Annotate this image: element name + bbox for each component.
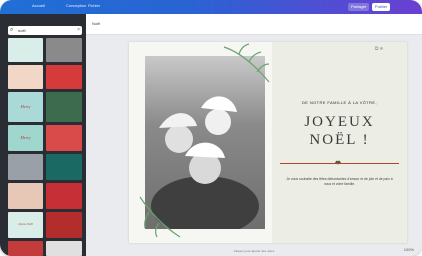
thumbnail-text: Joyeux Noël: [18, 222, 33, 227]
search-input[interactable]: ⌕ noël ×: [8, 26, 82, 35]
template-thumbnail[interactable]: Joyeux Noël: [8, 212, 43, 238]
template-thumbnail[interactable]: [46, 65, 82, 89]
greeting-small-text[interactable]: DE NOTRE FAMILLE À LA VÔTRE,: [272, 100, 407, 105]
app-window: Accueil Conception Fichier Partager Publ…: [0, 0, 422, 256]
template-thumbnail[interactable]: [8, 183, 43, 209]
design-canvas: DE NOTRE FAMILLE À LA VÔTRE, JOYEUX NOËL…: [86, 35, 422, 256]
toolbar-label: Noël: [92, 21, 101, 26]
greeting-title-line2[interactable]: NOËL !: [272, 132, 407, 149]
template-thumbnail[interactable]: [46, 92, 82, 122]
template-thumbnail[interactable]: [8, 241, 43, 256]
leaf-decoration: [139, 196, 181, 238]
share-button[interactable]: Partager: [348, 3, 370, 11]
template-thumbnail[interactable]: Merry: [8, 125, 43, 151]
design-page[interactable]: DE NOTRE FAMILLE À LA VÔTRE, JOYEUX NOËL…: [129, 42, 407, 243]
template-thumbnail[interactable]: [46, 38, 82, 62]
template-thumbnail[interactable]: [8, 154, 43, 180]
search-input-value: noël: [18, 28, 26, 33]
template-thumbnail[interactable]: [46, 212, 82, 238]
publish-button[interactable]: Publier: [372, 3, 391, 11]
editor-toolbar: Noël: [86, 14, 422, 35]
thumbnail-text: Merry: [20, 104, 31, 109]
nav-item-conception[interactable]: Conception: [66, 3, 86, 9]
template-thumbnail[interactable]: [8, 38, 43, 62]
search-icon: ⌕: [10, 27, 14, 33]
greeting-message[interactable]: Je vous souhaite des fêtes débordantes d…: [284, 177, 395, 186]
template-sidebar: ⌕ noël × Merry Merry Joyeux Noël: [0, 14, 86, 256]
greeting-title-line1[interactable]: JOYEUX: [272, 114, 407, 131]
notes-hint[interactable]: Cliquez pour ajouter des notes: [86, 249, 422, 253]
template-thumbnail[interactable]: [46, 154, 82, 180]
zoom-level[interactable]: 100%: [404, 247, 414, 252]
greeting-panel: DE NOTRE FAMILLE À LA VÔTRE, JOYEUX NOËL…: [272, 42, 407, 243]
template-thumbnail[interactable]: [46, 125, 82, 151]
template-thumbnail[interactable]: [46, 183, 82, 209]
top-navigation-bar: Accueil Conception Fichier Partager Publ…: [0, 0, 422, 14]
leaf-decoration: [223, 43, 270, 83]
nav-item-fichier[interactable]: Fichier: [88, 3, 100, 9]
holly-icon: [335, 160, 341, 165]
page-tools[interactable]: ⧉ ⊕: [375, 46, 383, 52]
template-thumbnail[interactable]: [8, 65, 43, 89]
close-icon[interactable]: ×: [77, 27, 80, 34]
nav-item-accueil[interactable]: Accueil: [32, 3, 45, 9]
thumbnail-text: Merry: [20, 135, 31, 141]
template-thumbnail[interactable]: [46, 241, 82, 256]
template-thumbnail[interactable]: Merry: [8, 92, 43, 122]
